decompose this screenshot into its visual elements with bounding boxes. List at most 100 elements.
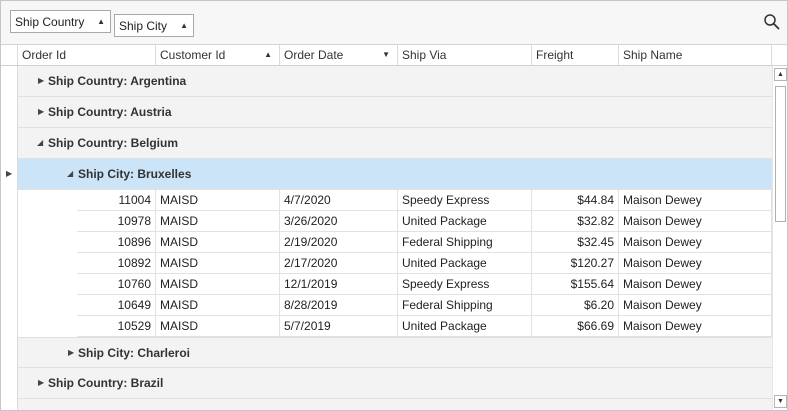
cell-order-id[interactable]: 10649 [77, 295, 156, 316]
column-header-customer-id[interactable]: Customer Id ▲ [156, 45, 280, 65]
scroll-up-icon[interactable]: ▲ [774, 68, 787, 81]
grid-body: ▶ ▶ Ship Country: Argentina ▶ Ship Count… [1, 66, 772, 410]
cell-ship-name[interactable]: Maison Dewey [619, 295, 772, 316]
expand-icon[interactable]: ▶ [38, 97, 44, 127]
expand-icon[interactable]: ▶ [38, 66, 44, 96]
group-row-partial[interactable] [18, 399, 772, 410]
group-chip-ship-country[interactable]: Ship Country ▲ [10, 10, 111, 33]
table-row[interactable]: 10760 MAISD 12/1/2019 Speedy Express $15… [18, 274, 772, 295]
table-row[interactable]: 10978 MAISD 3/26/2020 United Package $32… [18, 211, 772, 232]
scrollbar-thumb[interactable] [775, 86, 786, 222]
expand-icon[interactable]: ▶ [68, 338, 74, 368]
column-header-order-date[interactable]: Order Date ▼ [280, 45, 398, 65]
column-header-label: Ship Via [402, 48, 447, 62]
cell-order-id[interactable]: 10529 [77, 316, 156, 337]
group-row-label: Ship Country: Argentina [48, 74, 187, 88]
cell-ship-via[interactable]: Federal Shipping [398, 295, 532, 316]
cell-order-id[interactable]: 10978 [77, 211, 156, 232]
cell-order-id[interactable]: 11004 [77, 190, 156, 211]
table-row[interactable]: 10896 MAISD 2/19/2020 Federal Shipping $… [18, 232, 772, 253]
cell-ship-name[interactable]: Maison Dewey [619, 253, 772, 274]
table-row[interactable]: 11004 MAISD 4/7/2020 Speedy Express $44.… [18, 190, 772, 211]
cell-order-date[interactable]: 5/7/2019 [280, 316, 398, 337]
cell-order-date[interactable]: 2/17/2020 [280, 253, 398, 274]
row-indicator-column: ▶ [1, 66, 18, 410]
header-indicator-cell [1, 45, 18, 65]
group-chip-label: Ship City [119, 18, 168, 33]
cell-ship-via[interactable]: United Package [398, 253, 532, 274]
current-row-indicator-icon: ▶ [6, 169, 13, 178]
column-header-freight[interactable]: Freight [532, 45, 619, 65]
cell-ship-via[interactable]: Speedy Express [398, 190, 532, 211]
cell-order-date[interactable]: 12/1/2019 [280, 274, 398, 295]
cell-freight[interactable]: $120.27 [532, 253, 619, 274]
column-header-ship-name[interactable]: Ship Name [619, 45, 772, 65]
group-row-label: Ship Country: Austria [48, 105, 172, 119]
column-header-order-id[interactable]: Order Id [18, 45, 156, 65]
scroll-down-icon[interactable]: ▼ [774, 395, 787, 408]
sort-descending-icon: ▼ [382, 50, 390, 59]
cell-freight[interactable]: $6.20 [532, 295, 619, 316]
cell-customer-id[interactable]: MAISD [156, 211, 280, 232]
cell-ship-via[interactable]: Federal Shipping [398, 232, 532, 253]
group-row-bruxelles[interactable]: ◢ Ship City: Bruxelles [18, 159, 772, 190]
cell-order-date[interactable]: 2/19/2020 [280, 232, 398, 253]
group-row-label: Ship Country: Belgium [48, 136, 178, 150]
column-header-ship-via[interactable]: Ship Via [398, 45, 532, 65]
cell-order-date[interactable]: 3/26/2020 [280, 211, 398, 232]
collapse-icon[interactable]: ◢ [37, 128, 43, 158]
cell-ship-via[interactable]: Speedy Express [398, 274, 532, 295]
cell-customer-id[interactable]: MAISD [156, 190, 280, 211]
cell-order-id[interactable]: 10892 [77, 253, 156, 274]
vertical-scrollbar[interactable]: ▲ ▼ [772, 66, 787, 410]
data-grid: Ship Country ▲ Ship City ▲ Order Id Cust… [0, 0, 788, 411]
cell-ship-name[interactable]: Maison Dewey [619, 190, 772, 211]
cell-ship-name[interactable]: Maison Dewey [619, 211, 772, 232]
collapse-icon[interactable]: ◢ [67, 159, 73, 189]
cell-ship-name[interactable]: Maison Dewey [619, 316, 772, 337]
expand-icon[interactable]: ▶ [38, 368, 44, 398]
group-row-belgium[interactable]: ◢ Ship Country: Belgium [18, 128, 772, 159]
column-header-label: Freight [536, 48, 574, 62]
cell-customer-id[interactable]: MAISD [156, 253, 280, 274]
cell-order-id[interactable]: 10760 [77, 274, 156, 295]
group-chip-ship-city[interactable]: Ship City ▲ [114, 14, 194, 37]
column-header-label: Order Id [22, 48, 67, 62]
group-row-label: Ship City: Bruxelles [78, 167, 192, 181]
table-row[interactable]: 10649 MAISD 8/28/2019 Federal Shipping $… [18, 295, 772, 316]
cell-freight[interactable]: $66.69 [532, 316, 619, 337]
group-row-label: Ship City: Charleroi [78, 346, 191, 360]
cell-order-date[interactable]: 4/7/2020 [280, 190, 398, 211]
cell-freight[interactable]: $32.82 [532, 211, 619, 232]
cell-order-id[interactable]: 10896 [77, 232, 156, 253]
cell-ship-name[interactable]: Maison Dewey [619, 232, 772, 253]
column-header-label: Customer Id [160, 48, 226, 62]
cell-freight[interactable]: $32.45 [532, 232, 619, 253]
cell-order-date[interactable]: 8/28/2019 [280, 295, 398, 316]
cell-ship-via[interactable]: United Package [398, 316, 532, 337]
sort-ascending-icon: ▲ [97, 17, 105, 26]
column-header-label: Order Date [284, 48, 344, 62]
group-row-label: Ship Country: Brazil [48, 376, 164, 390]
group-chip-label: Ship Country [15, 14, 85, 29]
cell-customer-id[interactable]: MAISD [156, 274, 280, 295]
cell-freight[interactable]: $155.64 [532, 274, 619, 295]
header-scroll-corner [772, 45, 787, 66]
cell-freight[interactable]: $44.84 [532, 190, 619, 211]
sort-ascending-icon: ▲ [264, 50, 272, 59]
group-row-charleroi[interactable]: ▶ Ship City: Charleroi [18, 337, 772, 368]
search-icon[interactable] [763, 13, 781, 31]
cell-customer-id[interactable]: MAISD [156, 316, 280, 337]
column-header-label: Ship Name [623, 48, 683, 62]
table-row[interactable]: 10529 MAISD 5/7/2019 United Package $66.… [18, 316, 772, 337]
group-row-austria[interactable]: ▶ Ship Country: Austria [18, 97, 772, 128]
group-row-argentina[interactable]: ▶ Ship Country: Argentina [18, 66, 772, 97]
cell-ship-name[interactable]: Maison Dewey [619, 274, 772, 295]
cell-ship-via[interactable]: United Package [398, 211, 532, 232]
sort-ascending-icon: ▲ [180, 21, 188, 30]
cell-customer-id[interactable]: MAISD [156, 232, 280, 253]
table-row[interactable]: 10892 MAISD 2/17/2020 United Package $12… [18, 253, 772, 274]
group-panel: Ship Country ▲ Ship City ▲ [1, 1, 787, 45]
cell-customer-id[interactable]: MAISD [156, 295, 280, 316]
group-row-brazil[interactable]: ▶ Ship Country: Brazil [18, 368, 772, 399]
